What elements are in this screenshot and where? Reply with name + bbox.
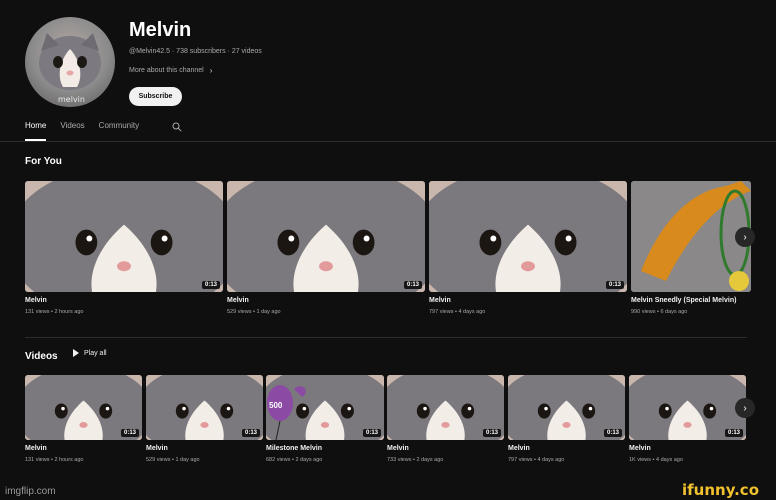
video-title[interactable]: Melvin Sneedly (Special Melvin) <box>631 297 771 304</box>
cat-thumbnail-art <box>429 181 627 292</box>
tab-home[interactable]: Home <box>25 121 47 141</box>
video-card[interactable]: 0:13 Melvin 131 views • 2 hours ago <box>25 375 142 463</box>
duration-badge: 0:13 <box>724 429 743 437</box>
video-meta: 797 views • 4 days ago <box>429 309 486 315</box>
cat-face-icon <box>39 33 101 90</box>
video-thumbnail[interactable] <box>631 181 751 292</box>
duration-badge: 0:13 <box>362 429 381 437</box>
for-you-card[interactable]: 0:13 Melvin 797 views • 4 days ago <box>429 181 627 315</box>
for-you-card[interactable]: 0:13 Melvin 529 views • 1 day ago <box>227 181 425 315</box>
duration-badge: 0:13 <box>605 281 624 289</box>
duration-badge: 0:13 <box>603 429 622 437</box>
video-title[interactable]: Melvin <box>429 297 627 304</box>
video-meta: 797 views • 4 days ago <box>508 457 565 463</box>
tab-community[interactable]: Community <box>99 121 139 141</box>
carousel-next-button[interactable]: › <box>735 398 755 418</box>
play-all-label: Play all <box>84 349 107 357</box>
imgflip-watermark: imgflip.com <box>5 486 56 497</box>
video-thumbnail[interactable]: 0:13 <box>227 181 425 292</box>
for-you-card[interactable]: 0:13 Melvin 131 views • 2 hours ago <box>25 181 223 315</box>
video-title[interactable]: Melvin <box>387 445 504 452</box>
video-thumbnail[interactable]: 0:13 <box>508 375 625 440</box>
svg-text:500: 500 <box>269 401 283 410</box>
for-you-title: For You <box>25 156 62 167</box>
video-card[interactable]: 0:13 Melvin 797 views • 4 days ago <box>508 375 625 463</box>
video-title[interactable]: Melvin <box>25 445 142 452</box>
video-meta: 529 views • 1 day ago <box>146 457 200 463</box>
video-card[interactable]: 500 0:13 Milestone Melvin 682 views • 2 d… <box>266 375 384 463</box>
video-thumbnail[interactable]: 0:13 <box>146 375 263 440</box>
chevron-right-icon: › <box>743 402 747 414</box>
duration-badge: 0:13 <box>241 429 260 437</box>
video-title[interactable]: Melvin <box>629 445 746 452</box>
cat-thumbnail-art <box>25 181 223 292</box>
video-meta: 682 views • 2 days ago <box>266 457 323 463</box>
tabs-divider <box>0 141 776 142</box>
video-thumbnail[interactable]: 500 0:13 <box>266 375 384 440</box>
video-thumbnail[interactable]: 0:13 <box>429 181 627 292</box>
ifunny-watermark: ifunny.co <box>682 481 759 499</box>
cat-thumbnail-art <box>227 181 425 292</box>
video-card[interactable]: 0:13 Melvin 529 views • 1 day ago <box>146 375 263 463</box>
video-thumbnail[interactable]: 0:13 <box>387 375 504 440</box>
channel-avatar[interactable]: melvin <box>25 17 115 107</box>
video-card[interactable]: 0:13 Melvin 733 views • 2 days ago <box>387 375 504 463</box>
video-title[interactable]: Melvin <box>227 297 425 304</box>
duration-badge: 0:13 <box>201 281 220 289</box>
duration-badge: 0:13 <box>403 281 422 289</box>
channel-meta: @Melvin42.5 · 738 subscribers · 27 video… <box>129 48 262 55</box>
search-icon[interactable] <box>172 122 182 132</box>
video-thumbnail[interactable]: 0:13 <box>629 375 746 440</box>
video-meta: 131 views • 2 hours ago <box>25 457 84 463</box>
subscribe-button[interactable]: Subscribe <box>129 87 182 106</box>
avatar-caption: melvin <box>58 95 85 104</box>
video-title[interactable]: Melvin <box>146 445 263 452</box>
video-meta: 529 views • 1 day ago <box>227 309 281 315</box>
duration-badge: 0:13 <box>482 429 501 437</box>
video-card[interactable]: 0:13 Melvin 1K views • 4 days ago <box>629 375 746 463</box>
sneedly-thumbnail-art <box>631 181 751 292</box>
videos-title: Videos <box>25 351 58 362</box>
video-meta: 990 views • 6 days ago <box>631 309 688 315</box>
carousel-next-button[interactable]: › <box>735 227 755 247</box>
play-all-button[interactable]: Play all <box>73 349 107 357</box>
video-meta: 131 views • 2 hours ago <box>25 309 84 315</box>
more-about-link[interactable]: More about this channel › <box>129 66 212 75</box>
channel-title: Melvin <box>129 19 192 41</box>
video-meta: 733 views • 2 days ago <box>387 457 444 463</box>
video-title[interactable]: Melvin <box>508 445 625 452</box>
channel-tabs: Home Videos Community <box>25 121 153 141</box>
duration-badge: 0:13 <box>120 429 139 437</box>
for-you-card[interactable]: Melvin Sneedly (Special Melvin) 990 view… <box>631 181 771 315</box>
tab-videos[interactable]: Videos <box>60 121 84 141</box>
video-title[interactable]: Melvin <box>25 297 223 304</box>
video-title[interactable]: Milestone Melvin <box>266 445 384 452</box>
play-icon <box>73 349 79 357</box>
video-thumbnail[interactable]: 0:13 <box>25 375 142 440</box>
section-divider <box>25 337 747 338</box>
chevron-right-icon: › <box>743 231 747 243</box>
video-meta: 1K views • 4 days ago <box>629 457 683 463</box>
more-about-label: More about this channel <box>129 67 204 74</box>
video-thumbnail[interactable]: 0:13 <box>25 181 223 292</box>
chevron-right-icon: › <box>209 66 213 75</box>
